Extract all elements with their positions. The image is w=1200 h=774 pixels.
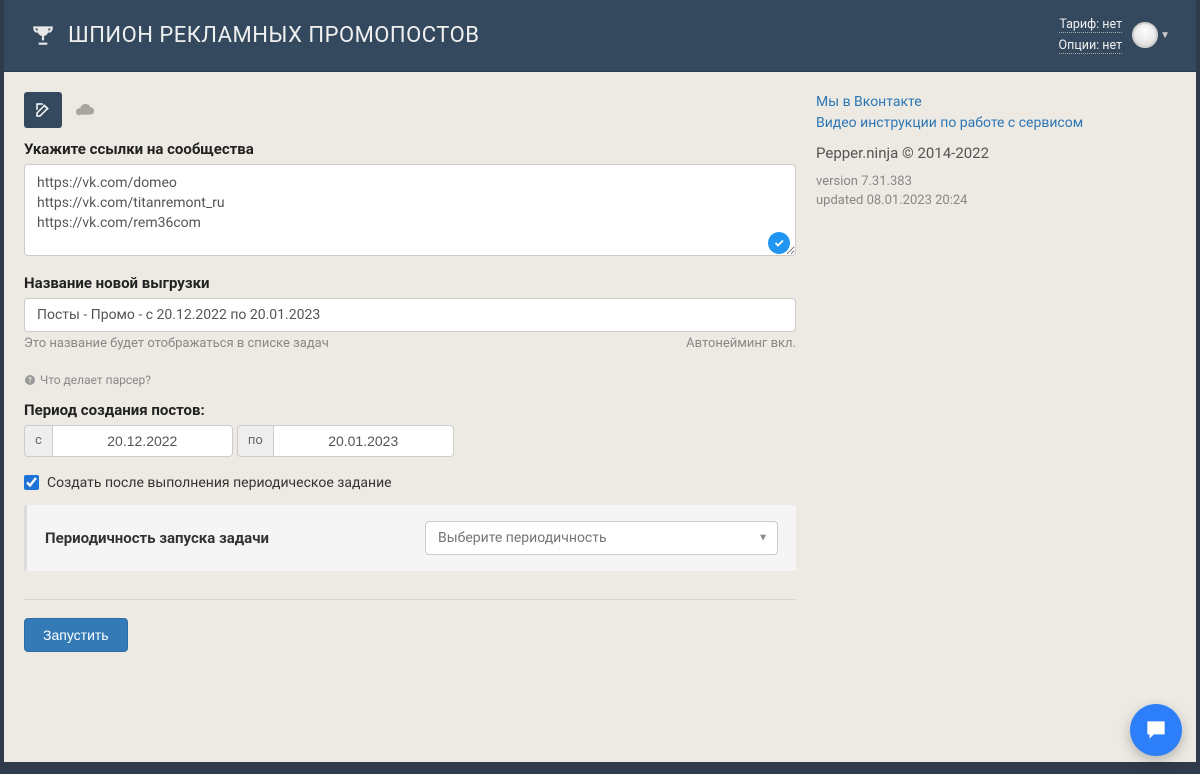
frequency-panel: Периодичность запуска задачи ▼ [24, 505, 796, 571]
separator [24, 599, 796, 600]
version-label: version 7.31.383 [816, 172, 1176, 192]
run-button[interactable]: Запустить [24, 618, 128, 652]
autoname-toggle[interactable]: Автонейминг вкл. [686, 336, 796, 351]
svg-text:?: ? [28, 376, 32, 384]
frequency-select[interactable] [425, 521, 778, 555]
period-label: Период создания постов: [24, 401, 796, 419]
video-link[interactable]: Видео инструкции по работе с сервисом [816, 113, 1176, 134]
chevron-down-icon[interactable]: ▼ [1160, 30, 1170, 41]
sidebar: Мы в Вконтакте Видео инструкции по работ… [816, 92, 1176, 742]
check-icon [768, 232, 790, 254]
date-to-input[interactable] [274, 425, 454, 457]
links-textarea[interactable] [24, 164, 796, 256]
edit-button[interactable] [24, 92, 62, 128]
to-prefix: по [237, 425, 274, 457]
from-prefix: с [24, 425, 53, 457]
page-title: ШПИОН РЕКЛАМНЫХ ПРОМОПОСТОВ [68, 23, 479, 48]
date-from-input[interactable] [53, 425, 233, 457]
chat-button[interactable] [1130, 704, 1182, 756]
brand-label: Pepper.ninja © 2014-2022 [816, 144, 1176, 162]
name-input[interactable] [24, 298, 796, 332]
app-header: ШПИОН РЕКЛАМНЫХ ПРОМОПОСТОВ Тариф: нет О… [4, 0, 1196, 72]
options-link[interactable]: Опции: нет [1059, 35, 1123, 56]
name-hint: Это название будет отображаться в списке… [24, 336, 329, 351]
name-label: Название новой выгрузки [24, 274, 796, 292]
avatar[interactable] [1132, 22, 1158, 48]
links-label: Укажите ссылки на сообщества [24, 140, 796, 158]
trophy-icon [30, 22, 56, 48]
cloud-icon [66, 92, 104, 128]
vk-link[interactable]: Мы в Вконтакте [816, 92, 1176, 113]
periodic-label: Создать после выполнения периодическое з… [47, 475, 392, 491]
periodic-checkbox[interactable] [24, 475, 39, 490]
main-content: Укажите ссылки на сообщества Название но… [24, 92, 796, 742]
tariff-link[interactable]: Тариф: нет [1059, 14, 1123, 35]
frequency-label: Периодичность запуска задачи [45, 529, 395, 547]
help-link[interactable]: ? Что делает парсер? [24, 373, 151, 387]
updated-label: updated 08.01.2023 20:24 [816, 191, 1176, 211]
